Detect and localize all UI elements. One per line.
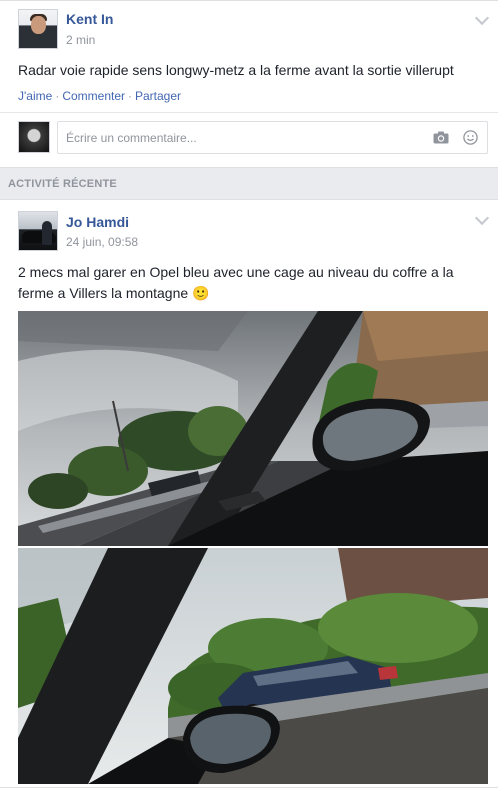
post-timestamp[interactable]: 24 juin, 09:58: [66, 235, 138, 249]
post-text-line-2: ferme a Villers la montagne 🙂: [18, 285, 210, 301]
smiley-icon[interactable]: [463, 130, 478, 145]
camera-icon[interactable]: [433, 131, 449, 144]
comment-link[interactable]: Commenter: [62, 89, 125, 103]
post-photo-2[interactable]: [18, 548, 488, 784]
post-author-name[interactable]: Jo Hamdi: [66, 214, 129, 230]
current-user-avatar: [18, 121, 50, 153]
separator: ·: [55, 89, 60, 103]
post-author-name[interactable]: Kent In: [66, 11, 113, 27]
post-photo-1[interactable]: [18, 311, 488, 546]
comment-input[interactable]: [58, 122, 418, 153]
share-link[interactable]: Partager: [135, 89, 181, 103]
author-avatar[interactable]: [18, 9, 58, 49]
post-text-line-1: 2 mecs mal garer en Opel bleu avec une c…: [18, 264, 454, 280]
post-timestamp[interactable]: 2 min: [66, 33, 95, 47]
like-link[interactable]: J'aime: [18, 89, 52, 103]
separator: ·: [128, 89, 132, 103]
comment-box[interactable]: [57, 121, 488, 154]
post-actions: J'aime · Commenter · Partager: [18, 89, 181, 103]
author-avatar[interactable]: [18, 211, 58, 251]
divider: [0, 112, 498, 113]
post-text: Radar voie rapide sens longwy-metz a la …: [18, 62, 454, 78]
section-label: ACTIVITÉ RÉCENTE: [8, 178, 117, 190]
